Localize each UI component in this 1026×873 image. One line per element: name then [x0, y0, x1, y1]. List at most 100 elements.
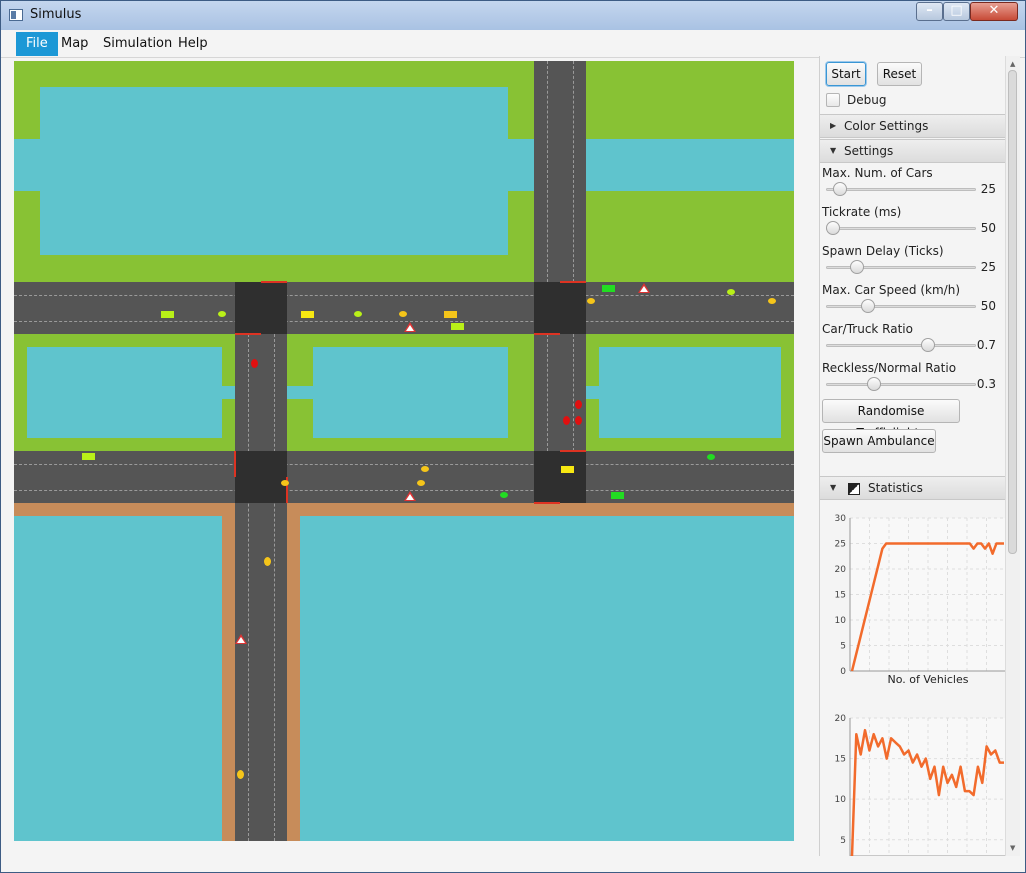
slider-label: Reckless/Normal Ratio: [822, 361, 957, 375]
settings-header[interactable]: ▼ Settings: [820, 139, 1006, 163]
dirt-path: [222, 503, 235, 841]
traffic-light: [534, 333, 560, 335]
debug-label: Debug: [847, 93, 887, 107]
color-settings-header[interactable]: ▶ Color Settings: [820, 114, 1006, 138]
truck: [611, 492, 624, 499]
lane-marking: [573, 61, 574, 282]
statistics-icon: [848, 483, 860, 495]
app-window: Simulus – □ ✕ File Map Simulation Help S…: [0, 0, 1026, 873]
car: [264, 557, 271, 566]
y-tick-label: 15: [835, 755, 846, 765]
water-block: [599, 347, 781, 438]
slider-thumb[interactable]: [826, 221, 840, 235]
warning-sign-icon: [235, 634, 247, 644]
truck: [444, 311, 457, 318]
slider-thumb[interactable]: [861, 299, 876, 313]
scrollbar-thumb[interactable]: [1008, 70, 1017, 554]
close-button[interactable]: ✕: [970, 2, 1018, 21]
y-tick-label: 30: [835, 514, 847, 524]
car: [575, 416, 582, 425]
slider-label: Max. Num. of Cars: [822, 166, 933, 180]
traffic-light: [234, 451, 236, 477]
y-tick-label: 5: [840, 836, 846, 846]
y-tick-label: 10: [835, 795, 847, 805]
slider-thumb[interactable]: [832, 182, 847, 196]
truck: [602, 285, 615, 292]
slider-thumb[interactable]: [850, 260, 865, 274]
randomise-trafficlights-button[interactable]: Randomise Trafficlights: [822, 399, 960, 440]
slider-thumb[interactable]: [921, 338, 936, 352]
simulation-map[interactable]: [14, 61, 794, 841]
slider-thumb[interactable]: [866, 377, 881, 391]
lane-marking: [14, 464, 794, 465]
slider-value: 0.7: [976, 338, 996, 352]
car: [563, 416, 570, 425]
warning-sign-icon: [638, 283, 650, 293]
x-axis-label: No. of Vehicles: [888, 673, 969, 686]
traffic-light: [261, 281, 287, 283]
water-block: [27, 347, 222, 438]
minimize-button[interactable]: –: [916, 2, 943, 21]
warning-sign-icon: [404, 491, 416, 501]
slider-track[interactable]: [826, 383, 976, 386]
settings-title: Settings: [844, 144, 894, 158]
intersection: [235, 451, 287, 503]
intersection: [235, 282, 287, 334]
debug-checkbox[interactable]: [826, 93, 840, 107]
vehicles-chart: 0 5 10 15 20 25 30 No. of Vehicles: [835, 514, 1006, 686]
truck: [301, 311, 314, 318]
car: [237, 770, 244, 779]
lane-marking: [248, 334, 249, 841]
lane-marking: [274, 334, 275, 841]
slider-track[interactable]: [826, 266, 976, 269]
car: [500, 492, 508, 498]
lane-marking: [547, 334, 548, 451]
water-block: [222, 386, 235, 399]
start-button[interactable]: Start: [826, 62, 866, 86]
scroll-up-icon[interactable]: ▲: [1010, 60, 1015, 68]
panel-scrollbar[interactable]: ▲ ▼: [1005, 56, 1020, 856]
maximize-button[interactable]: □: [943, 2, 970, 21]
dirt-path: [287, 503, 300, 841]
reset-button[interactable]: Reset: [877, 62, 922, 86]
car: [421, 466, 429, 472]
road-vertical-left: [235, 282, 287, 841]
slider-track[interactable]: [826, 305, 976, 308]
color-settings-title: Color Settings: [844, 119, 929, 133]
traffic-light: [560, 281, 586, 283]
slider-value: 50: [980, 221, 996, 235]
intersection: [534, 451, 586, 503]
menu-bar: File Map Simulation Help: [1, 30, 1025, 58]
car: [768, 298, 776, 304]
warning-sign-icon: [404, 322, 416, 332]
slider-label: Car/Truck Ratio: [822, 322, 913, 336]
y-tick-label: 20: [835, 714, 847, 724]
lane-marking: [14, 295, 794, 296]
slider-track[interactable]: [826, 227, 976, 230]
lane-marking: [573, 334, 574, 451]
slider-track[interactable]: [826, 188, 976, 191]
slider-label: Tickrate (ms): [822, 205, 902, 219]
collapsed-arrow-icon: ▶: [830, 121, 837, 130]
control-panel: Start Reset Debug ▶ Color Settings ▼ Set…: [819, 56, 1006, 856]
truck: [161, 311, 174, 318]
water-block: [586, 386, 599, 399]
y-tick-label: 0: [840, 667, 846, 677]
title-bar: Simulus – □ ✕: [1, 1, 1025, 30]
statistics-header[interactable]: ▼ Statistics: [820, 476, 1006, 500]
spawn-ambulance-button[interactable]: Spawn Ambulance: [822, 429, 936, 453]
car: [727, 289, 735, 295]
menu-map[interactable]: Map: [51, 32, 98, 56]
scroll-down-icon[interactable]: ▼: [1010, 844, 1015, 852]
water-block: [586, 139, 794, 191]
car: [587, 298, 595, 304]
car: [354, 311, 362, 317]
expanded-arrow-icon: ▼: [830, 146, 837, 155]
intersection: [534, 282, 586, 334]
car: [218, 311, 226, 317]
menu-help[interactable]: Help: [168, 32, 218, 56]
y-tick-label: 15: [835, 591, 846, 601]
speed-chart: 5 10 15 20: [835, 714, 1006, 856]
slider-track[interactable]: [826, 344, 976, 347]
car: [417, 480, 425, 486]
